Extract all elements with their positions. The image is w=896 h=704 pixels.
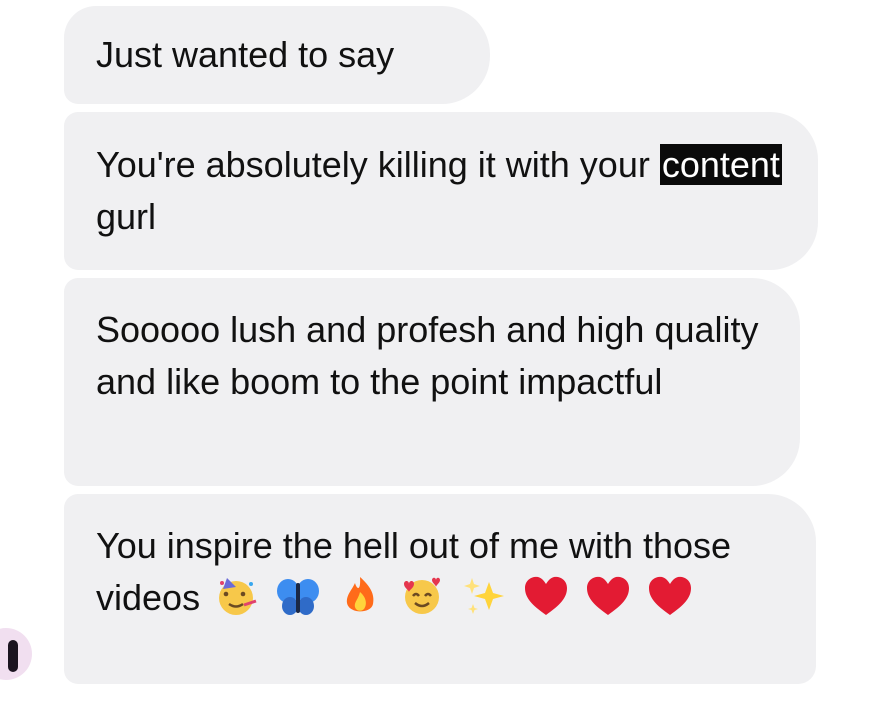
avatar-hair <box>8 640 18 672</box>
redacted-text: content <box>659 144 782 185</box>
message-text: Just wanted to say <box>96 34 395 75</box>
red-heart-icon <box>522 574 570 618</box>
bottom-crop-area <box>0 684 896 704</box>
message-text: Sooooo lush and profesh and high quality… <box>96 309 759 402</box>
smiling-face-with-hearts-icon <box>398 574 446 618</box>
butterfly-icon <box>274 574 322 618</box>
message-bubble[interactable]: You inspire the hell out of me with thos… <box>64 494 816 684</box>
message-bubble[interactable]: You're absolutely killing it with your c… <box>64 112 818 270</box>
message-text-after: gurl <box>96 196 157 237</box>
sparkles-icon <box>460 574 508 618</box>
partying-face-icon <box>212 574 260 618</box>
message-text-before: You're absolutely killing it with your <box>96 144 660 185</box>
fire-icon <box>336 574 384 618</box>
message-bubble[interactable]: Just wanted to say <box>64 6 490 104</box>
red-heart-icon <box>584 574 632 618</box>
red-heart-icon <box>646 574 694 618</box>
avatar[interactable] <box>0 628 32 680</box>
message-thread: Just wanted to say You're absolutely kil… <box>0 0 896 704</box>
message-bubble[interactable]: Sooooo lush and profesh and high quality… <box>64 278 800 486</box>
